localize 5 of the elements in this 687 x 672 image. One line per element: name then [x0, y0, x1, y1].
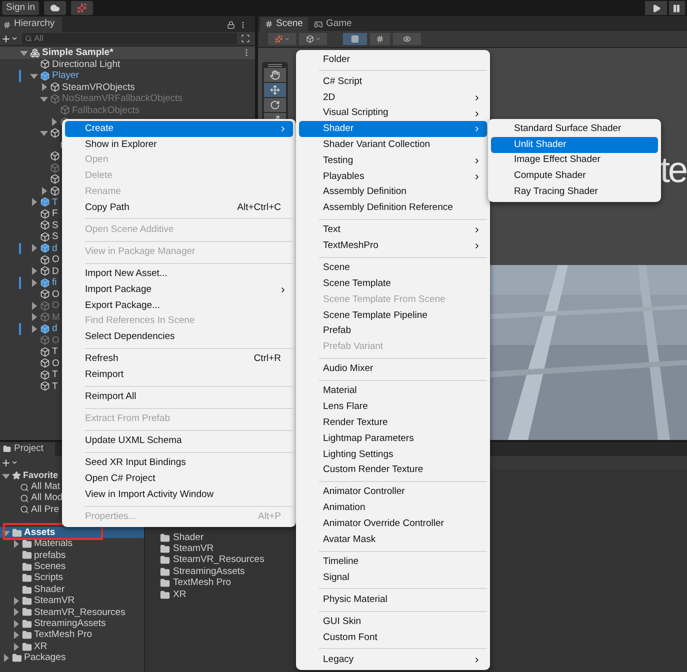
- shortcut-label: Ctrl+R: [254, 352, 282, 366]
- shortcut-label: Alt+P: [258, 510, 282, 524]
- favorites-label: Favorite: [23, 468, 58, 482]
- shortcut-label: Alt+Ctrl+C: [237, 200, 282, 215]
- scene-text: te: [660, 152, 686, 188]
